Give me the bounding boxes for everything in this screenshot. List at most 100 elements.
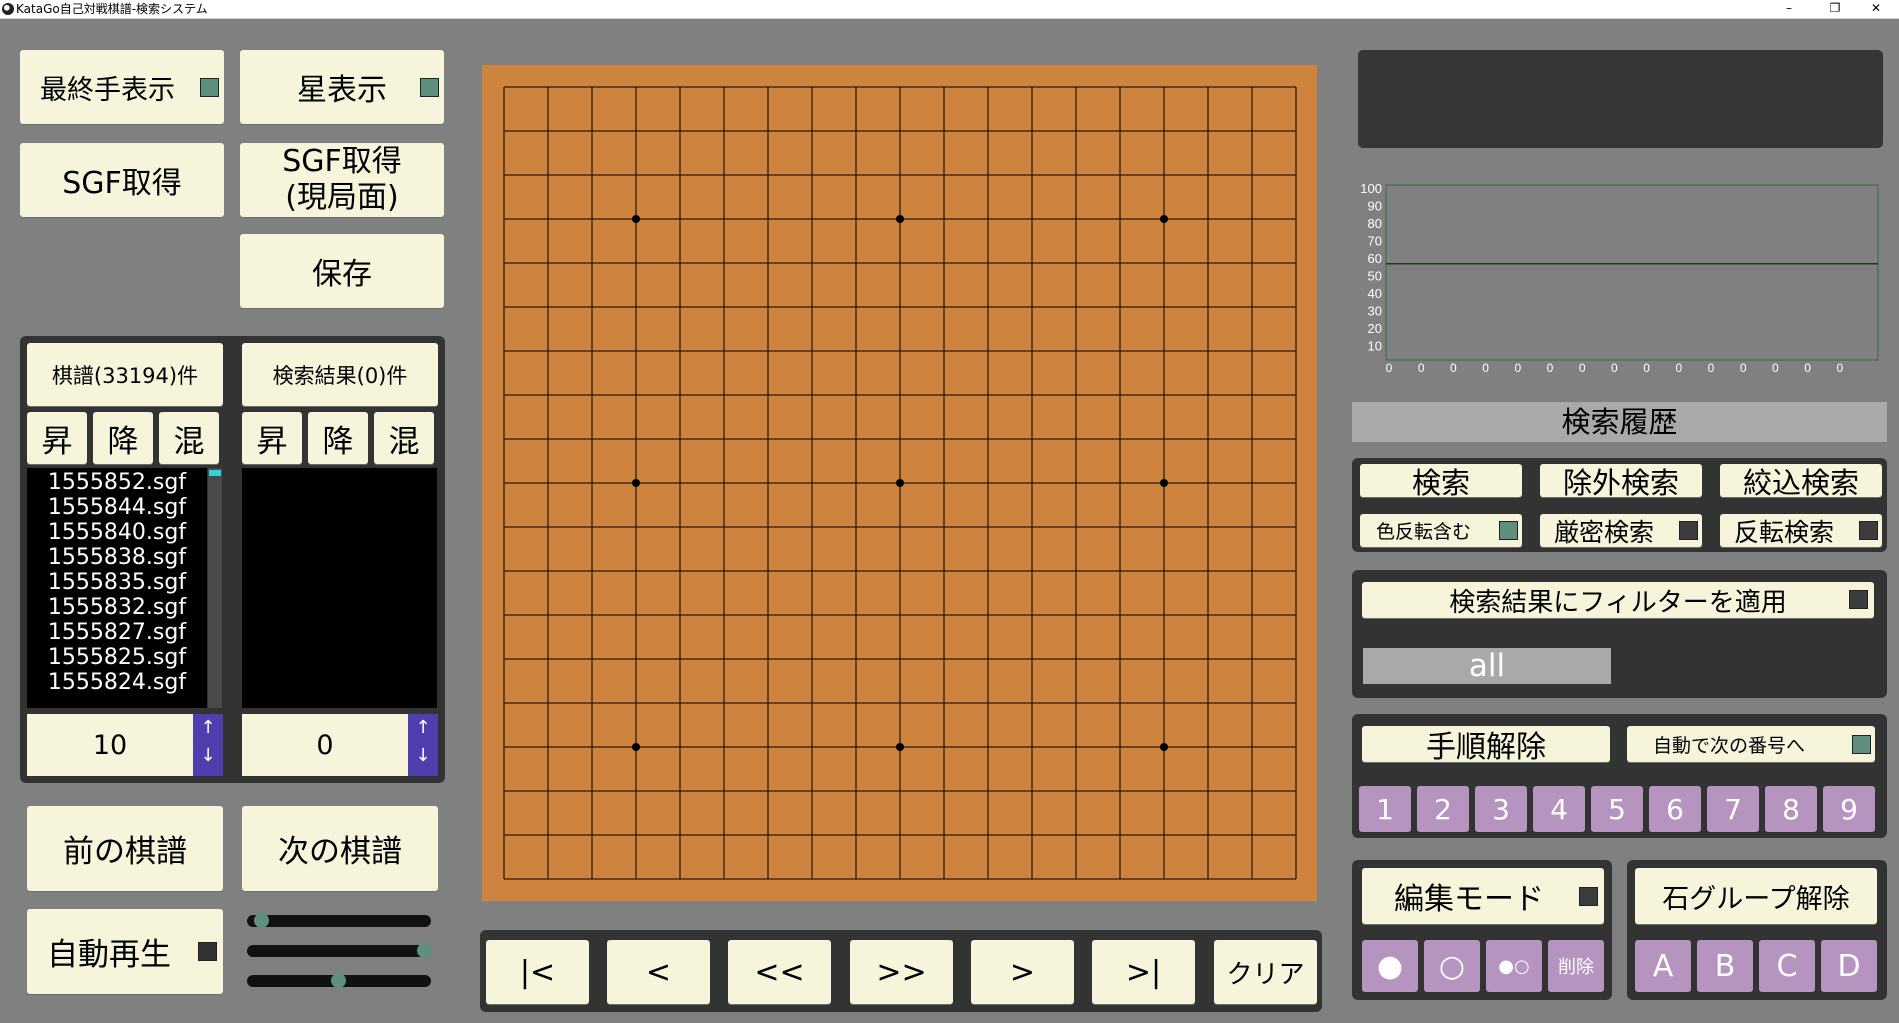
kifu-list-scrollbar[interactable] [208,468,222,708]
list-item[interactable]: 1555838.sgf [27,545,207,570]
black-stone-button[interactable]: ● [1362,940,1418,992]
move-order-clear-button[interactable]: 手順解除 [1362,726,1610,765]
star-label: 星表示 [297,73,387,108]
arrow-up-icon[interactable]: ↑ [193,714,223,742]
strict-search-toggle[interactable]: 厳密検索 [1540,514,1702,547]
number-button-5[interactable]: 5 [1591,786,1643,832]
search-result-list[interactable] [242,468,437,708]
alternate-stone-button[interactable]: ●○ [1486,940,1542,992]
star-checkbox[interactable] [420,78,439,97]
search-sort-desc-button[interactable]: 降 [308,412,368,464]
reverse-search-checkbox[interactable] [1859,521,1878,540]
slider-1[interactable] [247,913,431,928]
narrow-search-button[interactable]: 絞込検索 [1720,464,1882,500]
color-reverse-checkbox[interactable] [1499,521,1518,540]
list-item[interactable]: 1555835.sgf [27,570,207,595]
sgf-get-current-button[interactable]: SGF取得 (現局面) [240,143,444,217]
number-button-4[interactable]: 4 [1533,786,1585,832]
kifu-count-field[interactable]: 10 [27,714,193,776]
y-tick-label: 80 [1368,216,1382,231]
sgf-get-current-line1: SGF取得 [282,144,402,179]
arrow-up-icon[interactable]: ↑ [408,714,438,742]
list-item[interactable]: 1555832.sgf [27,595,207,620]
delete-stone-button[interactable]: 削除 [1548,940,1604,992]
kifu-count-stepper[interactable]: ↑ ↓ [193,714,223,776]
filter-apply-toggle[interactable]: 検索結果にフィルターを適用 [1362,582,1874,618]
group-b-button[interactable]: B [1697,940,1753,992]
prev-kifu-button[interactable]: 前の棋譜 [27,806,223,891]
number-button-1[interactable]: 1 [1359,786,1411,832]
group-d-button[interactable]: D [1821,940,1877,992]
slider-handle[interactable] [417,943,433,958]
first-move-button[interactable]: |< [486,940,589,1004]
search-count-field[interactable]: 0 [242,714,408,776]
last-move-checkbox[interactable] [200,78,219,97]
search-sort-asc-button[interactable]: 昇 [242,412,302,464]
reverse-search-toggle[interactable]: 反転検索 [1720,514,1882,547]
exclude-search-button[interactable]: 除外検索 [1540,464,1702,500]
search-sort-mix-button[interactable]: 混 [374,412,434,464]
filter-value-field[interactable]: all [1363,648,1611,684]
strict-search-checkbox[interactable] [1679,521,1698,540]
last-move-toggle[interactable]: 最終手表示 [20,50,224,124]
next-kifu-button[interactable]: 次の棋譜 [242,806,438,891]
arrow-down-icon[interactable]: ↓ [408,742,438,770]
number-button-9[interactable]: 9 [1823,786,1875,832]
list-item[interactable]: 1555827.sgf [27,620,207,645]
next-move-button[interactable]: > [971,940,1074,1004]
edit-mode-label: 編集モード [1394,882,1544,917]
number-button-6[interactable]: 6 [1649,786,1701,832]
restore-button[interactable]: ❐ [1812,0,1858,19]
autoplay-toggle[interactable]: 自動再生 [27,909,223,994]
last-move-button[interactable]: >| [1092,940,1195,1004]
search-count-stepper[interactable]: ↑ ↓ [408,714,438,776]
window-title: KataGo自己対戦棋譜-検索システム [16,2,208,16]
next-many-button[interactable]: >> [850,940,953,1004]
clear-button[interactable]: クリア [1214,940,1317,1004]
auto-next-checkbox[interactable] [1852,735,1871,754]
number-button-2[interactable]: 2 [1417,786,1469,832]
group-a-button[interactable]: A [1635,940,1691,992]
kifu-sort-mix-button[interactable]: 混 [159,412,219,464]
x-tick-label: 0 [1804,361,1811,375]
edit-mode-checkbox[interactable] [1579,887,1598,906]
star-toggle[interactable]: 星表示 [240,50,444,124]
edit-mode-toggle[interactable]: 編集モード [1362,868,1604,924]
color-reverse-toggle[interactable]: 色反転含む [1360,514,1522,547]
x-tick-label: 0 [1772,361,1779,375]
list-item[interactable]: 1555840.sgf [27,520,207,545]
stone-group-clear-button[interactable]: 石グループ解除 [1635,868,1877,924]
list-item[interactable]: 1555824.sgf [27,670,207,695]
auto-next-toggle[interactable]: 自動で次の番号へ [1627,726,1875,762]
list-item[interactable]: 1555844.sgf [27,495,207,520]
list-item[interactable]: 1555852.sgf [27,470,207,495]
kifu-file-list[interactable]: 1555852.sgf 1555844.sgf 1555840.sgf 1555… [27,468,207,708]
kifu-sort-desc-button[interactable]: 降 [93,412,153,464]
save-button[interactable]: 保存 [240,234,444,308]
close-button[interactable]: ✕ [1853,0,1899,19]
number-button-3[interactable]: 3 [1475,786,1527,832]
list-item[interactable]: 1555825.sgf [27,645,207,670]
white-stone-button[interactable]: ○ [1424,940,1480,992]
scrollbar-thumb[interactable] [209,470,221,476]
slider-2[interactable] [247,943,433,958]
prev-many-button[interactable]: << [728,940,831,1004]
kifu-sort-asc-button[interactable]: 昇 [27,412,87,464]
group-c-button[interactable]: C [1759,940,1815,992]
number-button-8[interactable]: 8 [1765,786,1817,832]
x-tick-label: 0 [1611,361,1618,375]
sgf-get-button[interactable]: SGF取得 [20,143,224,217]
slider-handle[interactable] [253,913,269,928]
slider-handle[interactable] [331,973,346,988]
board-grid[interactable] [482,65,1317,901]
prev-move-button[interactable]: < [607,940,710,1004]
slider-3[interactable] [247,973,431,988]
search-button[interactable]: 検索 [1360,464,1522,500]
number-button-7[interactable]: 7 [1707,786,1759,832]
go-board[interactable] [482,65,1317,901]
minimize-button[interactable]: – [1766,0,1812,19]
autoplay-checkbox[interactable] [198,942,217,961]
arrow-down-icon[interactable]: ↓ [193,742,223,770]
filter-apply-checkbox[interactable] [1849,590,1868,609]
star-point [896,215,904,223]
